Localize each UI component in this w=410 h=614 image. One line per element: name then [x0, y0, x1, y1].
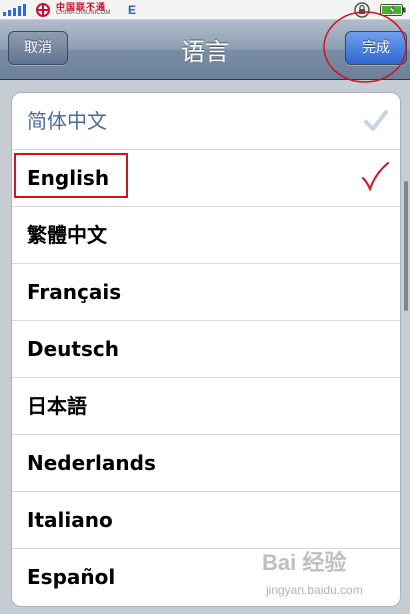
scrollbar[interactable] — [404, 181, 408, 311]
language-row-german[interactable]: Deutsch — [12, 321, 400, 378]
checkmark-icon — [364, 110, 388, 131]
language-row-traditional-chinese[interactable]: 繁體中文 — [12, 207, 400, 264]
language-row-japanese[interactable]: 日本語 — [12, 378, 400, 435]
language-row-french[interactable]: Français — [12, 264, 400, 321]
language-list: 简体中文 English 繁體中文 Français Deutsch 日本語 N… — [11, 92, 401, 607]
language-label: 繁體中文 — [27, 223, 107, 247]
language-label: English — [27, 166, 110, 190]
language-label: Français — [27, 280, 122, 304]
language-row-simplified-chinese[interactable]: 简体中文 — [12, 93, 400, 150]
rotation-lock-icon — [354, 2, 370, 18]
language-label: Italiano — [27, 508, 113, 532]
language-label: Deutsch — [27, 337, 119, 361]
language-label: Español — [27, 565, 116, 589]
language-row-english[interactable]: English — [12, 150, 400, 207]
language-list-container: 简体中文 English 繁體中文 Français Deutsch 日本語 N… — [0, 81, 410, 614]
language-label: 日本語 — [27, 394, 87, 418]
language-row-dutch[interactable]: Nederlands — [12, 435, 400, 492]
status-bar: 中国联不通 CHINA DISUNICOM E — [0, 0, 410, 20]
network-type: E — [128, 3, 137, 17]
annotation-checkmark-icon — [362, 162, 389, 192]
language-label: 简体中文 — [27, 109, 107, 133]
carrier-name-english: CHINA DISUNICOM — [56, 10, 111, 16]
done-button[interactable]: 完成 — [345, 31, 407, 65]
language-label: Nederlands — [27, 451, 156, 475]
language-row-spanish[interactable]: Español — [12, 549, 400, 606]
signal-strength-icon — [3, 4, 26, 16]
language-row-italian[interactable]: Italiano — [12, 492, 400, 549]
carrier-logo-icon — [36, 3, 50, 17]
battery-charging-icon — [380, 4, 406, 16]
navigation-bar: 取消 语言 完成 — [0, 20, 410, 80]
